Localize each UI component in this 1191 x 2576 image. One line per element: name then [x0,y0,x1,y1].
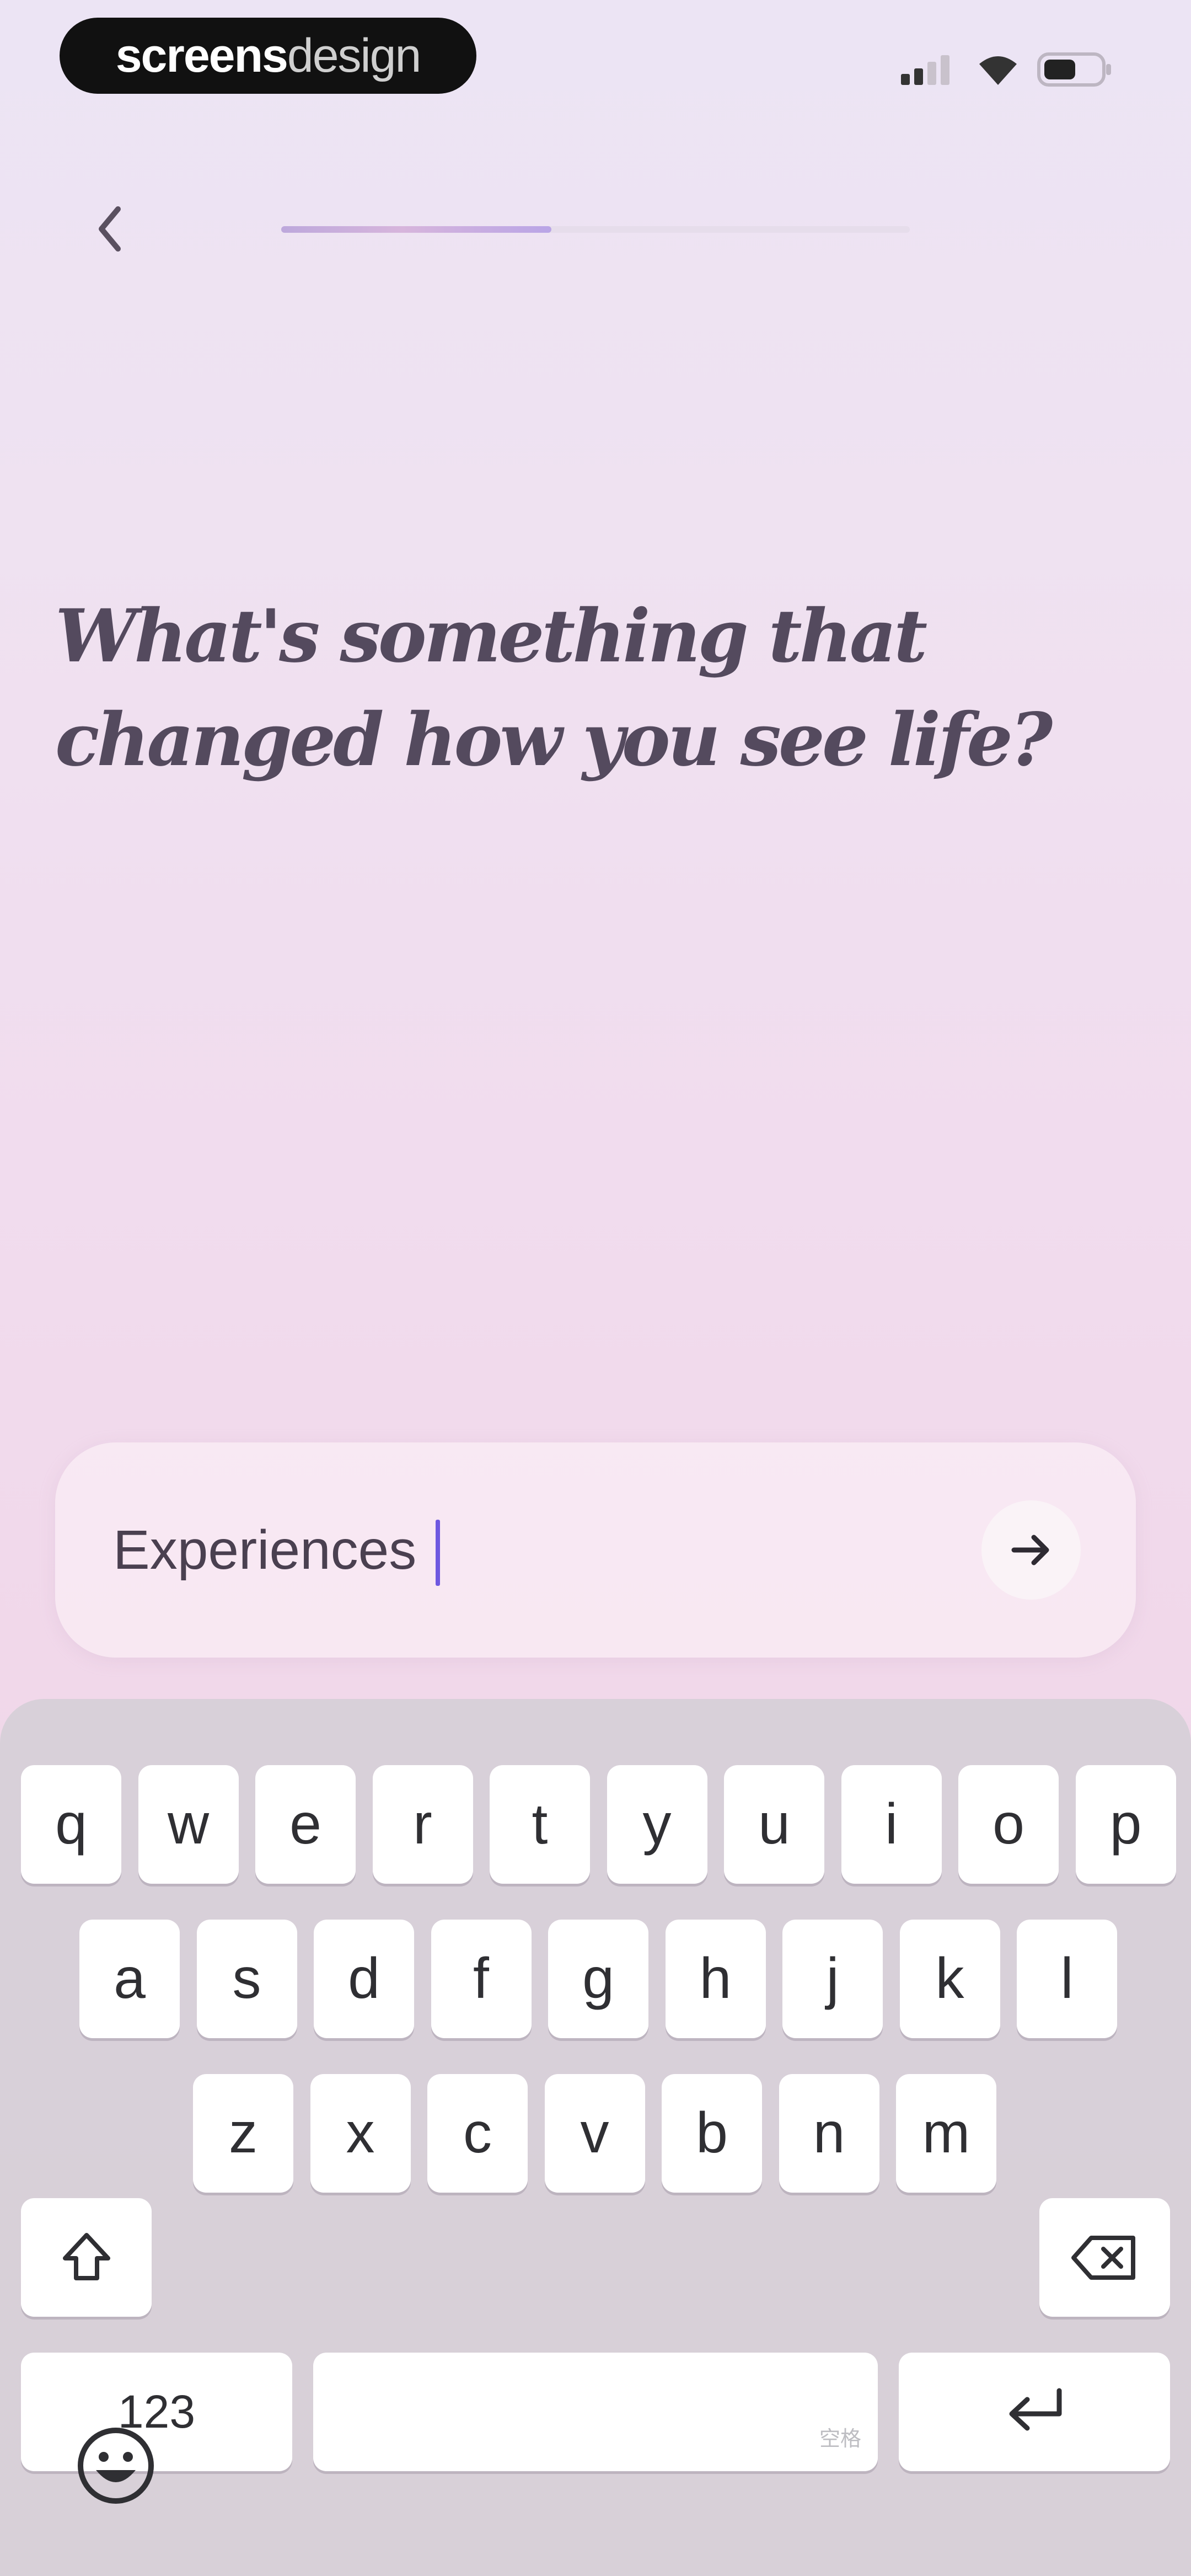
submit-button[interactable] [981,1500,1081,1600]
delete-backward-icon [1071,2235,1135,2280]
watermark-part1: screens [115,29,288,82]
battery-icon [1037,52,1111,87]
key-o[interactable]: o [958,1765,1059,1884]
space-key[interactable]: 空格 [313,2353,878,2471]
key-w[interactable]: w [138,1765,239,1884]
return-key[interactable] [899,2353,1170,2471]
key-a[interactable]: a [79,1920,180,2038]
emoji-icon[interactable] [72,2422,160,2510]
watermark-part2: design [287,29,421,82]
back-button[interactable] [83,196,138,262]
key-c[interactable]: c [427,2074,528,2193]
key-e[interactable]: e [255,1765,356,1884]
arrow-right-icon [1011,1535,1049,1565]
answer-input-card[interactable]: Experiences [55,1442,1136,1658]
progress-fill [281,226,552,233]
key-q[interactable]: q [21,1765,121,1884]
key-y[interactable]: y [607,1765,707,1884]
key-v[interactable]: v [544,2074,645,2193]
screensdesign-watermark: screens design [60,18,476,94]
on-screen-keyboard: 123 空格 qwertyuiopasdfghjklzxcvbnm [0,1699,1191,2576]
cellular-signal-icon [901,55,949,85]
space-hint: 空格 [819,2428,861,2451]
return-arrow-icon [1009,2388,1062,2430]
key-l[interactable]: l [1017,1920,1117,2038]
wifi-icon [979,56,1017,85]
key-i[interactable]: i [841,1765,942,1884]
key-k[interactable]: k [899,1920,1000,2038]
key-u[interactable]: u [724,1765,824,1884]
key-h[interactable]: h [665,1920,766,2038]
key-n[interactable]: n [779,2074,879,2193]
backspace-key[interactable] [1039,2198,1170,2317]
onboarding-progress-bar [281,226,910,233]
key-z[interactable]: z [193,2074,293,2193]
key-m[interactable]: m [896,2074,996,2193]
key-b[interactable]: b [662,2074,762,2193]
key-x[interactable]: x [310,2074,411,2193]
key-s[interactable]: s [196,1920,297,2038]
chevron-left-icon [99,206,121,252]
question-title: What's something that changed how you se… [55,594,1053,783]
key-d[interactable]: d [314,1920,414,2038]
key-t[interactable]: t [490,1765,590,1884]
shift-arrow-icon [62,2232,110,2280]
shift-key[interactable] [21,2198,152,2317]
text-cursor [436,1520,440,1586]
key-j[interactable]: j [782,1920,883,2038]
answer-input[interactable]: Experiences [113,1442,416,1658]
key-f[interactable]: f [431,1920,532,2038]
key-g[interactable]: g [548,1920,648,2038]
key-r[interactable]: r [372,1765,473,1884]
key-p[interactable]: p [1075,1765,1176,1884]
